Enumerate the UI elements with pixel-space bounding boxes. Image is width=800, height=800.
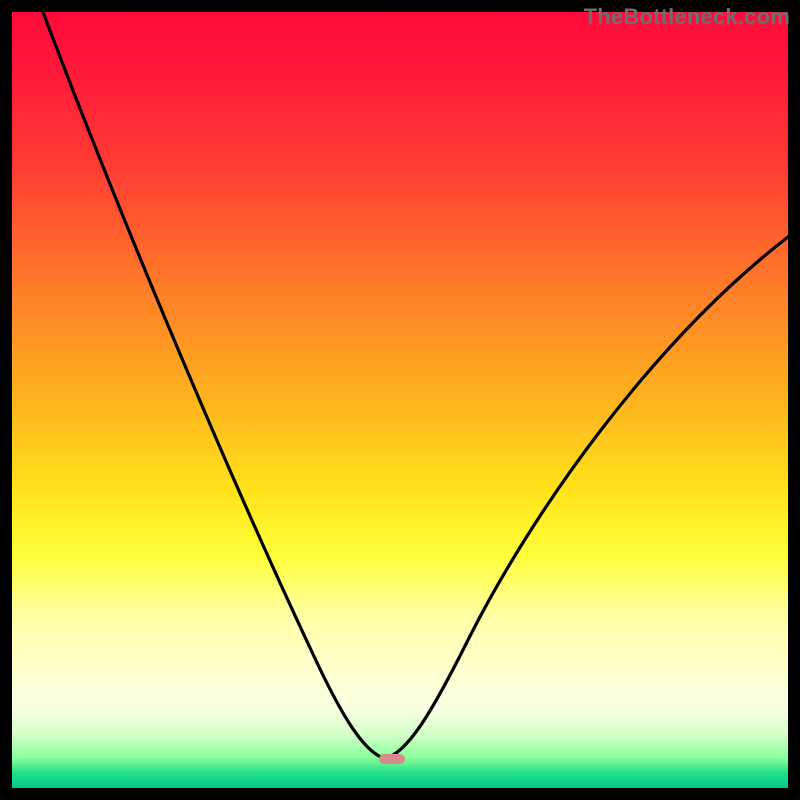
chart-frame: TheBottleneck.com (0, 0, 800, 800)
curve-left-branch (43, 12, 385, 759)
curve-right-branch (385, 237, 789, 759)
bottleneck-curve (12, 12, 788, 788)
plot-area (12, 12, 788, 788)
minimum-marker (379, 754, 405, 764)
watermark-text: TheBottleneck.com (584, 4, 790, 30)
